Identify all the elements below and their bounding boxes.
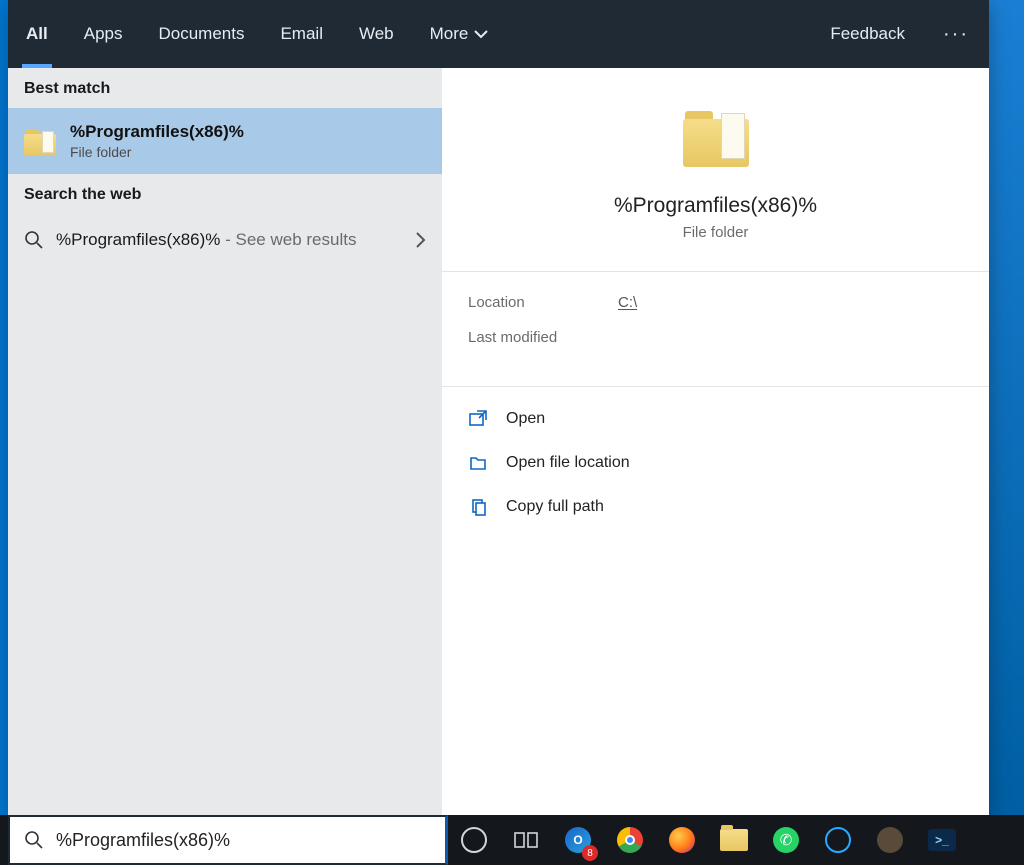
tab-more-label: More xyxy=(430,24,469,44)
file-explorer-app[interactable] xyxy=(708,815,760,865)
best-match-subtitle: File folder xyxy=(70,144,244,160)
action-copy-path-label: Copy full path xyxy=(506,498,604,516)
result-preview-pane: %Programfiles(x86)% File folder Location… xyxy=(442,68,989,815)
tab-web[interactable]: Web xyxy=(341,0,412,68)
taskbar: O 8 ✆ >_ xyxy=(0,815,1024,865)
firefox-app[interactable] xyxy=(656,815,708,865)
cortana-button[interactable] xyxy=(448,815,500,865)
web-search-result[interactable]: %Programfiles(x86)% - See web results xyxy=(8,214,442,266)
meta-last-modified: Last modified xyxy=(468,329,963,346)
more-options-button[interactable]: ··· xyxy=(923,23,989,46)
desktop-background xyxy=(989,0,1024,815)
outlook-app[interactable]: O 8 xyxy=(552,815,604,865)
taskbar-search-input[interactable] xyxy=(56,830,431,851)
search-icon xyxy=(24,830,44,850)
tab-documents[interactable]: Documents xyxy=(140,0,262,68)
preview-title: %Programfiles(x86)% xyxy=(614,194,817,218)
folder-icon xyxy=(683,108,749,168)
search-icon xyxy=(24,230,44,250)
tab-apps[interactable]: Apps xyxy=(66,0,141,68)
tab-more[interactable]: More xyxy=(412,0,507,68)
record-app[interactable] xyxy=(812,815,864,865)
chevron-down-icon xyxy=(474,29,488,39)
action-open[interactable]: Open xyxy=(468,397,963,441)
action-open-location-label: Open file location xyxy=(506,454,630,472)
task-view-button[interactable] xyxy=(500,815,552,865)
action-copy-full-path[interactable]: Copy full path xyxy=(468,485,963,529)
action-open-label: Open xyxy=(506,410,545,428)
best-match-heading: Best match xyxy=(8,68,442,108)
chevron-right-icon xyxy=(414,231,426,249)
web-result-suffix: - See web results xyxy=(220,230,356,249)
best-match-title: %Programfiles(x86)% xyxy=(70,122,244,142)
copy-icon xyxy=(468,497,488,517)
results-list: Best match %Programfiles(x86)% File fold… xyxy=(8,68,442,815)
meta-modified-label: Last modified xyxy=(468,329,618,346)
best-match-result[interactable]: %Programfiles(x86)% File folder xyxy=(8,108,442,174)
taskbar-search-box[interactable] xyxy=(8,815,448,865)
tab-all[interactable]: All xyxy=(8,0,66,68)
chrome-app[interactable] xyxy=(604,815,656,865)
search-web-heading: Search the web xyxy=(8,174,442,214)
feedback-button[interactable]: Feedback xyxy=(812,24,923,44)
tab-email[interactable]: Email xyxy=(262,0,341,68)
folder-location-icon xyxy=(468,453,488,473)
action-open-file-location[interactable]: Open file location xyxy=(468,441,963,485)
powershell-app[interactable]: >_ xyxy=(916,815,968,865)
meta-location-label: Location xyxy=(468,294,618,311)
folder-icon xyxy=(24,127,56,155)
open-icon xyxy=(468,409,488,429)
notification-badge: 8 xyxy=(582,845,598,861)
meta-location-value[interactable]: C:\ xyxy=(618,294,637,311)
start-search-panel: All Apps Documents Email Web More Feedba… xyxy=(8,0,989,815)
preview-type: File folder xyxy=(683,224,749,241)
whatsapp-app[interactable]: ✆ xyxy=(760,815,812,865)
meta-location: Location C:\ xyxy=(468,294,963,311)
web-result-query: %Programfiles(x86)% xyxy=(56,230,220,249)
gimp-app[interactable] xyxy=(864,815,916,865)
taskbar-pinned-apps: O 8 ✆ >_ xyxy=(448,815,968,865)
search-filter-tabs: All Apps Documents Email Web More Feedba… xyxy=(8,0,989,68)
